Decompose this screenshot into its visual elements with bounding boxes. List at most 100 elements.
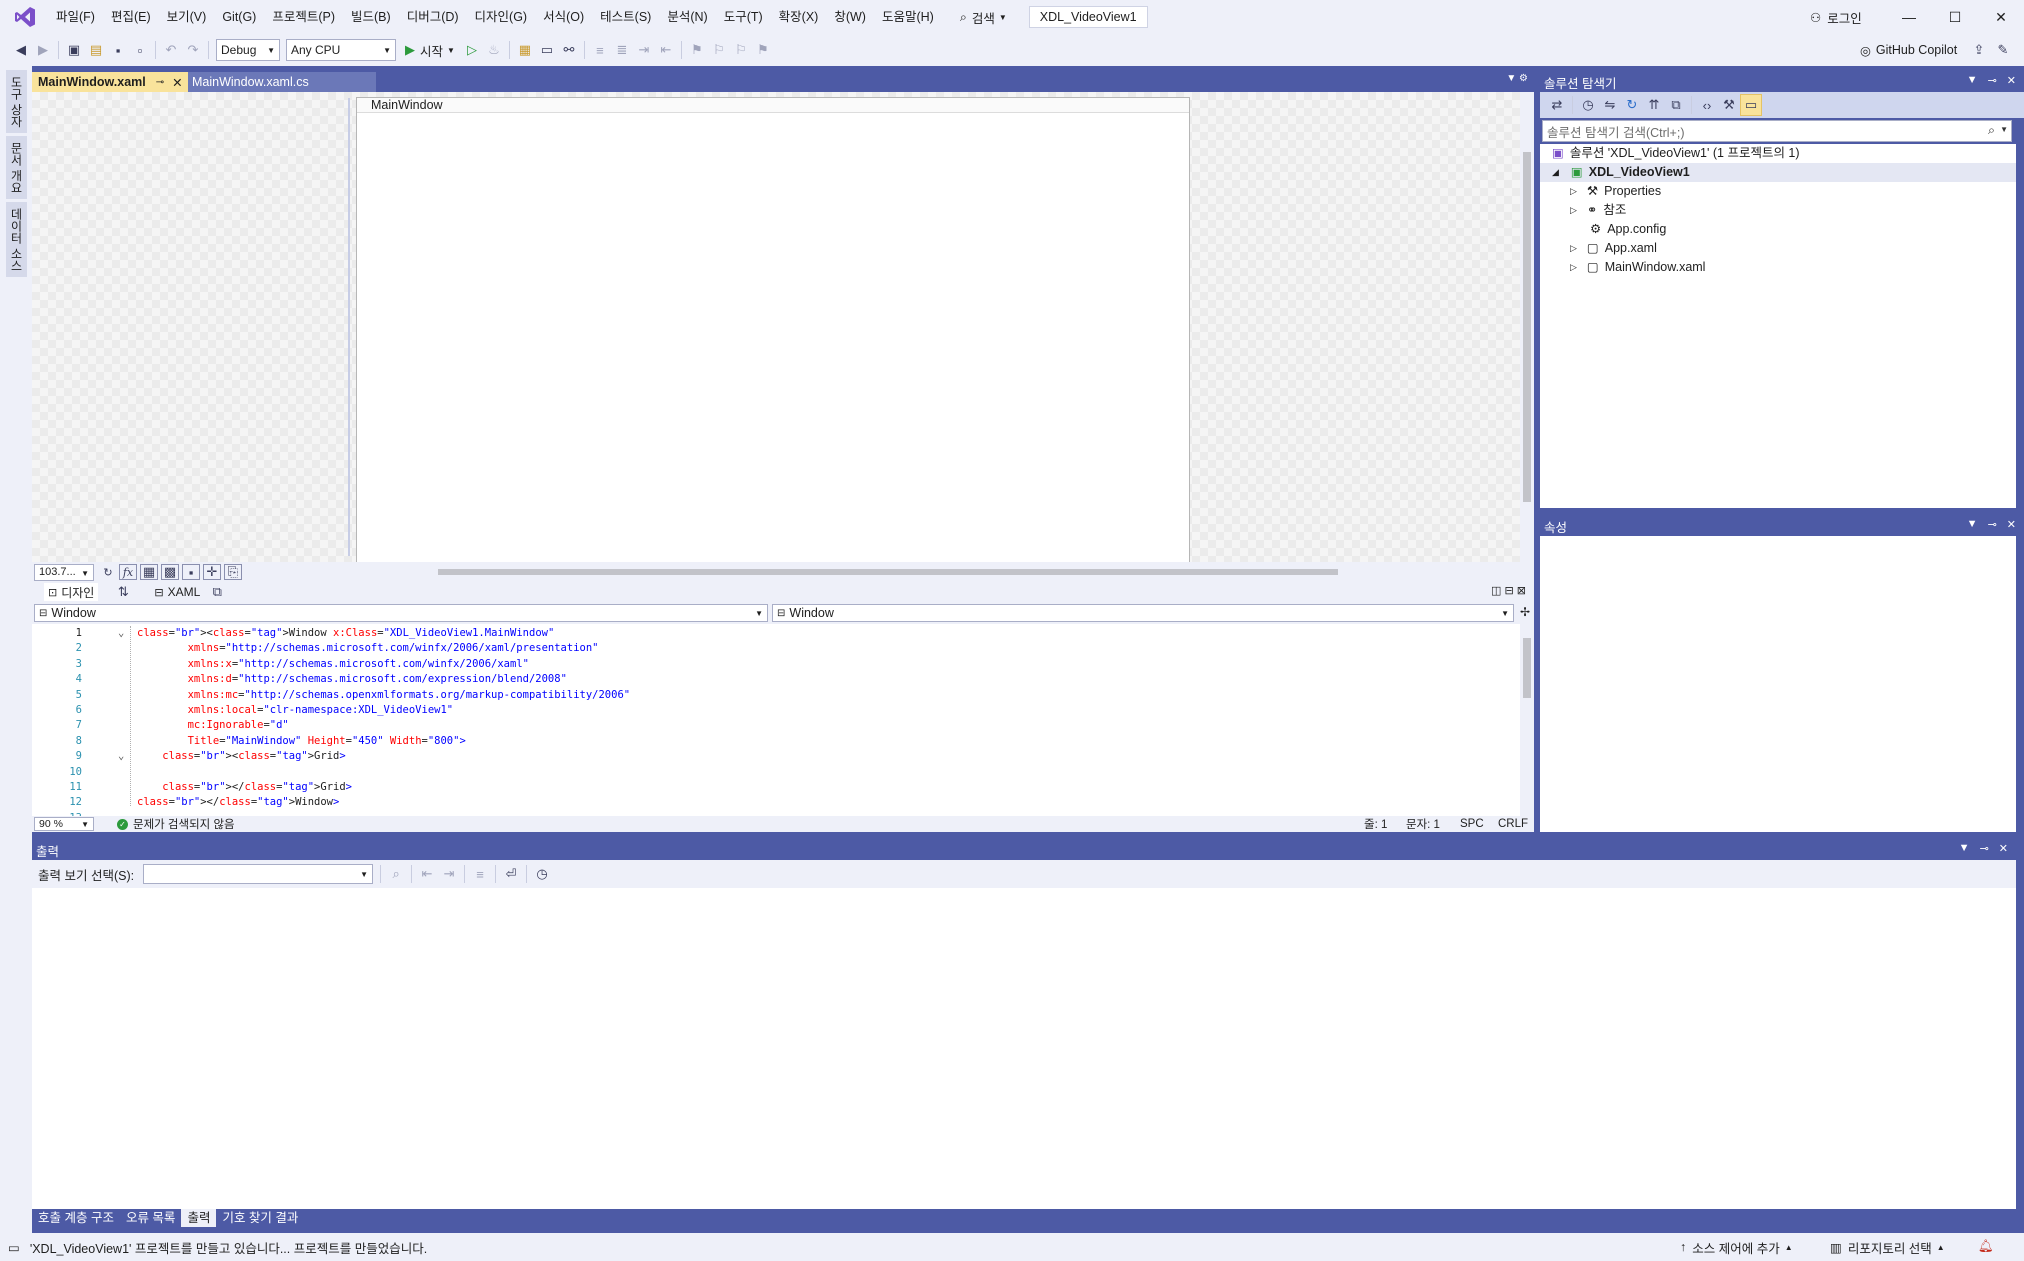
- start-button[interactable]: ▶ 시작 ▼: [405, 41, 455, 60]
- xaml-code-editor[interactable]: 1 class="br"><class="tag">Window x:Class=…: [32, 624, 1534, 824]
- output-text-area[interactable]: [32, 888, 2016, 1209]
- source-control-button[interactable]: ↑ 소스 제어에 추가 ▲: [1680, 1233, 1793, 1261]
- menu-extensions[interactable]: 확장(X): [771, 0, 827, 34]
- close-icon[interactable]: ✕: [2007, 518, 2016, 531]
- snap-grid-icon[interactable]: ▩: [161, 564, 179, 580]
- menu-view[interactable]: 보기(V): [159, 0, 215, 34]
- tab-output[interactable]: 출력: [181, 1209, 217, 1227]
- tab-mainwindow-xaml-cs[interactable]: MainWindow.xaml.cs: [188, 72, 376, 92]
- artboard-background-icon[interactable]: ▪: [182, 564, 200, 580]
- menu-help[interactable]: 도움말(H): [874, 0, 942, 34]
- code-line[interactable]: 11 class="br"></class="tag">Grid>: [32, 780, 1512, 795]
- tree-item-mainwindow-xaml[interactable]: ▷ ▢ MainWindow.xaml: [1570, 258, 1705, 277]
- menu-design[interactable]: 디자인(G): [467, 0, 536, 34]
- refresh-icon[interactable]: ↻: [97, 561, 119, 583]
- login-button[interactable]: ⚇ 로그인: [1810, 0, 1862, 34]
- tab-design[interactable]: ⊡ 디자인: [44, 583, 99, 601]
- code-line[interactable]: 2 xmlns="http://schemas.microsoft.com/wi…: [32, 641, 1512, 656]
- expanded-arrow-icon[interactable]: ◢: [1552, 163, 1559, 182]
- redo-icon[interactable]: ↷: [182, 39, 204, 61]
- pin-icon[interactable]: ⊸: [1988, 74, 1997, 87]
- forward-icon[interactable]: ▶: [32, 39, 54, 61]
- live-tree-icon[interactable]: ⚯: [558, 39, 580, 61]
- menu-project[interactable]: 프로젝트(P): [264, 0, 343, 34]
- solution-explorer-icon[interactable]: ▦: [514, 39, 536, 61]
- bookmark-icon[interactable]: ⚑: [686, 39, 708, 61]
- whitespace-indicator[interactable]: SPC: [1460, 818, 1484, 830]
- platform-select[interactable]: Any CPU ▼: [286, 39, 396, 61]
- pin-icon[interactable]: ⊸: [1988, 518, 1997, 531]
- grid-icon[interactable]: ▦: [140, 564, 158, 580]
- menu-debug[interactable]: 디버그(D): [399, 0, 467, 34]
- scrollbar-thumb[interactable]: [438, 569, 1338, 575]
- effects-toggle[interactable]: fx: [119, 564, 137, 580]
- element-right-select[interactable]: ⊟ Window ▼: [772, 604, 1514, 622]
- code-line[interactable]: 10: [32, 765, 1512, 780]
- window-position-icon[interactable]: ▼: [1967, 518, 1978, 531]
- menu-test[interactable]: 테스트(S): [592, 0, 659, 34]
- view-code-icon[interactable]: ‹›: [1696, 94, 1718, 116]
- designer-horizontal-scrollbar[interactable]: [218, 566, 1528, 578]
- hot-reload-icon[interactable]: ♨: [483, 39, 505, 61]
- document-outline-tab[interactable]: 문서 개요: [6, 136, 27, 200]
- tab-xaml[interactable]: ⊟ XAML: [154, 585, 200, 599]
- split-icon[interactable]: ✢: [1520, 605, 1530, 619]
- window-position-icon[interactable]: ▼: [1967, 74, 1978, 87]
- tab-call-hierarchy[interactable]: 호출 계층 구조: [32, 1209, 120, 1227]
- code-line[interactable]: 3 xmlns:x="http://schemas.microsoft.com/…: [32, 657, 1512, 672]
- visual-studio-logo-icon[interactable]: [10, 6, 40, 28]
- menu-tools[interactable]: 도구(T): [716, 0, 771, 34]
- data-sources-tab[interactable]: 데이터 소스: [6, 202, 27, 278]
- repository-button[interactable]: ▥ 리포지토리 선택 ▲: [1830, 1233, 1945, 1261]
- start-without-debugging-icon[interactable]: ▷: [461, 39, 483, 61]
- close-icon[interactable]: ✕: [1999, 842, 2008, 855]
- show-all-files-icon[interactable]: ⧉: [1665, 94, 1687, 116]
- share-icon[interactable]: ⇪: [1968, 39, 1990, 61]
- outdent-icon[interactable]: ⇤: [655, 39, 677, 61]
- save-all-icon[interactable]: ▫: [129, 39, 151, 61]
- toolbox-tab[interactable]: 도구 상자: [6, 70, 27, 134]
- tab-error-list[interactable]: 오류 목록: [120, 1209, 181, 1227]
- tree-project[interactable]: ◢ ▣ XDL_VideoView1: [1540, 163, 2016, 182]
- code-line[interactable]: 1 class="br"><class="tag">Window x:Class=…: [32, 626, 1512, 641]
- solution-search-input[interactable]: 솔루션 탐색기 검색(Ctrl+;) ⌕ ▼: [1542, 120, 2012, 142]
- close-icon[interactable]: ✕: [172, 75, 182, 90]
- properties-wrench-icon[interactable]: ⚒: [1718, 94, 1740, 116]
- close-icon[interactable]: ✕: [2007, 74, 2016, 87]
- uncomment-icon[interactable]: ≣: [611, 39, 633, 61]
- window-layout-icon[interactable]: ▭: [536, 39, 558, 61]
- menu-build[interactable]: 빌드(B): [343, 0, 399, 34]
- tree-solution-root[interactable]: ▣ 솔루션 'XDL_VideoView1' (1 프로젝트의 1): [1552, 144, 1800, 163]
- undo-icon[interactable]: ↶: [160, 39, 182, 61]
- line-ending-indicator[interactable]: CRLF: [1498, 818, 1528, 830]
- collapsed-arrow-icon[interactable]: ▷: [1570, 239, 1577, 258]
- configuration-select[interactable]: Debug ▼: [216, 39, 280, 61]
- menu-git[interactable]: Git(G): [214, 0, 264, 34]
- notification-bell-icon[interactable]: 🔔︎: [1978, 1239, 1994, 1254]
- collapsed-arrow-icon[interactable]: ▷: [1570, 201, 1577, 220]
- code-line[interactable]: 12 class="br"></class="tag">Window>: [32, 795, 1512, 810]
- code-line[interactable]: 9 class="br"><class="tag">Grid> ⌄: [32, 749, 1512, 764]
- editor-vertical-scrollbar[interactable]: [1520, 624, 1534, 816]
- output-source-select[interactable]: ▼: [143, 864, 374, 884]
- menu-edit[interactable]: 편집(E): [103, 0, 159, 34]
- popout-xaml-icon[interactable]: ⧉: [206, 581, 228, 603]
- pending-changes-icon[interactable]: ◷: [1577, 94, 1599, 116]
- code-line[interactable]: 8 Title="MainWindow" Height="450" Width=…: [32, 734, 1512, 749]
- switch-views-icon[interactable]: ⇄: [1546, 94, 1568, 116]
- search-button[interactable]: ⌕ 검색 ▼: [952, 8, 1015, 27]
- next-message-icon[interactable]: ⇥: [438, 863, 460, 885]
- open-folder-icon[interactable]: ▤: [85, 39, 107, 61]
- pin-icon[interactable]: ⊸: [156, 77, 164, 88]
- save-icon[interactable]: ▪: [107, 39, 129, 61]
- editor-zoom-select[interactable]: 90 % ▼: [34, 817, 94, 831]
- code-line[interactable]: 6 xmlns:local="clr-namespace:XDL_VideoVi…: [32, 703, 1512, 718]
- comment-icon[interactable]: ≡: [589, 39, 611, 61]
- xaml-designer-surface[interactable]: MainWindow: [32, 92, 1534, 563]
- tab-mainwindow-xaml[interactable]: MainWindow.xaml ⊸ ✕: [32, 72, 188, 92]
- fold-chevron-icon[interactable]: ⌄: [118, 626, 124, 641]
- code-line[interactable]: 7 mc:Ignorable="d": [32, 718, 1512, 733]
- maximize-button[interactable]: ☐: [1932, 0, 1978, 34]
- refresh-icon[interactable]: ↻: [1621, 94, 1643, 116]
- tab-overflow-icon[interactable]: ▼ ⚙: [1506, 73, 1528, 84]
